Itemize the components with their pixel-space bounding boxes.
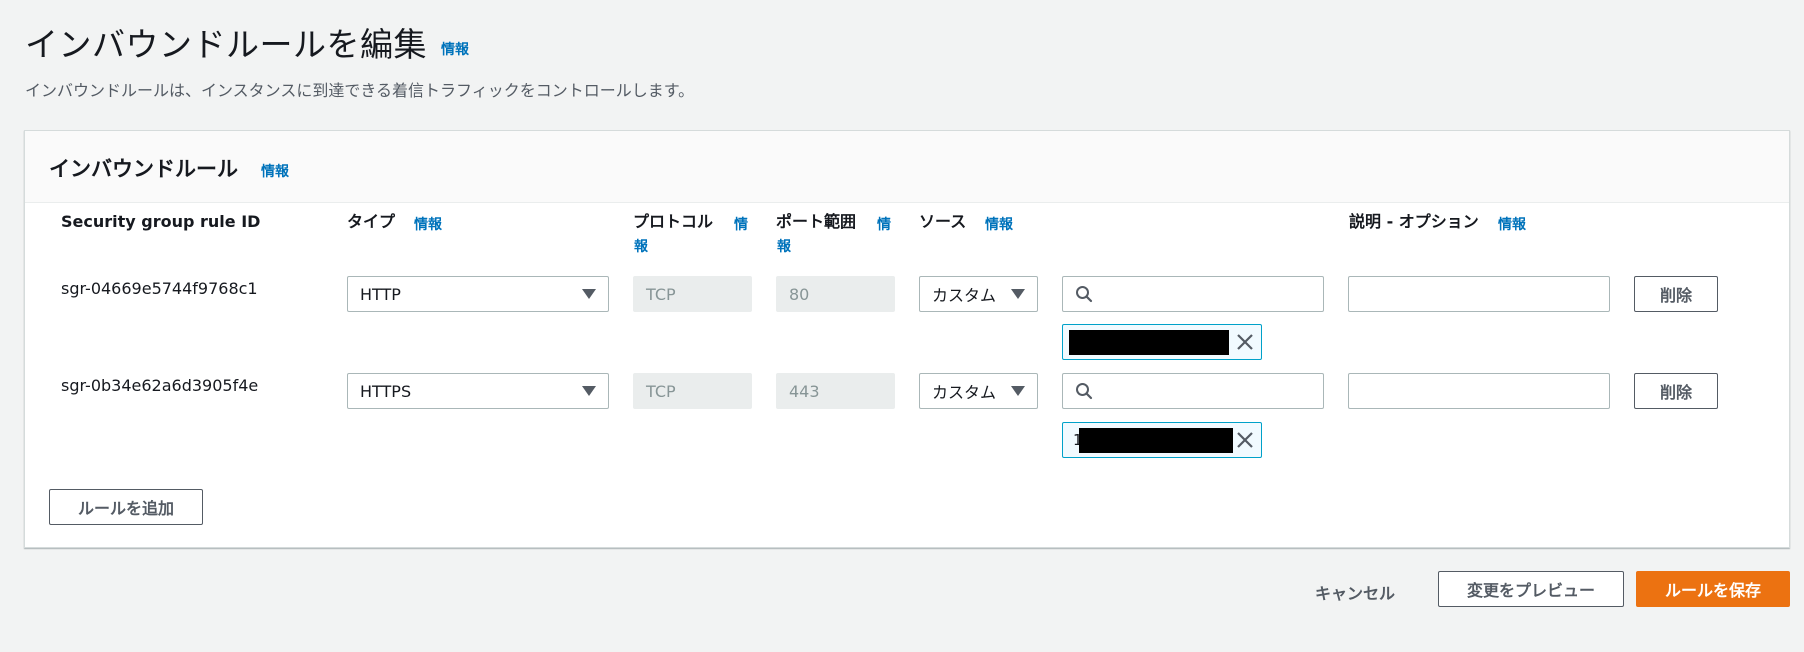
source-mode-select[interactable]: カスタム bbox=[919, 276, 1038, 312]
type-select[interactable]: HTTP bbox=[347, 276, 609, 312]
delete-rule-button[interactable]: 削除 bbox=[1634, 276, 1718, 312]
panel-header: インバウンドルール 情報 bbox=[25, 131, 1789, 203]
description-input[interactable] bbox=[1348, 373, 1610, 409]
close-icon[interactable] bbox=[1235, 332, 1255, 352]
search-icon bbox=[1075, 382, 1093, 400]
preview-changes-button[interactable]: 変更をプレビュー bbox=[1438, 571, 1624, 607]
type-info-link[interactable]: 情報 bbox=[414, 214, 442, 234]
port-range-info-link-part2[interactable]: 報 bbox=[777, 236, 791, 256]
source-mode-value: カスタム bbox=[932, 383, 997, 402]
source-mode-value: カスタム bbox=[932, 286, 997, 305]
rule-id: sgr-0b34e62a6d3905f4e bbox=[61, 376, 259, 395]
description-info-link[interactable]: 情報 bbox=[1498, 214, 1526, 234]
column-header-protocol: プロトコル bbox=[633, 212, 714, 231]
protocol-field: TCP bbox=[633, 276, 752, 312]
chevron-down-icon bbox=[582, 289, 596, 299]
source-info-link[interactable]: 情報 bbox=[985, 214, 1013, 234]
chevron-down-icon bbox=[1011, 289, 1025, 299]
type-select-value: HTTPS bbox=[360, 381, 412, 401]
page-title: インバウンドルールを編集 bbox=[25, 25, 427, 64]
panel-info-link[interactable]: 情報 bbox=[261, 161, 289, 181]
column-header-type: タイプ bbox=[347, 212, 396, 231]
source-mode-select[interactable]: カスタム bbox=[919, 373, 1038, 409]
protocol-info-link-part1[interactable]: 情 bbox=[734, 214, 748, 234]
close-icon[interactable] bbox=[1235, 430, 1255, 450]
rule-id: sgr-04669e5744f9768c1 bbox=[61, 279, 258, 298]
inbound-rules-panel: インバウンドルール 情報 Security group rule ID タイプ … bbox=[24, 130, 1790, 548]
redacted-value bbox=[1069, 330, 1229, 355]
description-input[interactable] bbox=[1348, 276, 1610, 312]
page-title-info-link[interactable]: 情報 bbox=[441, 39, 469, 59]
column-header-source: ソース bbox=[919, 212, 967, 231]
column-header-port-range: ポート範囲 bbox=[776, 212, 857, 231]
page-description: インバウンドルールは、インスタンスに到達できる着信トラフィックをコントロールしま… bbox=[25, 81, 695, 100]
type-select[interactable]: HTTPS bbox=[347, 373, 609, 409]
source-token: 1 bbox=[1062, 422, 1262, 458]
port-range-field: 80 bbox=[776, 276, 895, 312]
protocol-field: TCP bbox=[633, 373, 752, 409]
edit-inbound-rules-page: インバウンドルールを編集 情報 インバウンドルールは、インスタンスに到達できる着… bbox=[0, 0, 1804, 652]
column-header-rule-id: Security group rule ID bbox=[61, 212, 261, 231]
chevron-down-icon bbox=[582, 386, 596, 396]
type-select-value: HTTP bbox=[360, 284, 401, 304]
delete-rule-button[interactable]: 削除 bbox=[1634, 373, 1718, 409]
add-rule-button[interactable]: ルールを追加 bbox=[49, 489, 203, 525]
port-range-info-link-part1[interactable]: 情 bbox=[877, 214, 891, 234]
column-header-description: 説明 - オプション bbox=[1349, 212, 1479, 231]
source-search-input[interactable] bbox=[1062, 373, 1324, 409]
panel-title: インバウンドルール bbox=[49, 157, 238, 181]
cancel-button[interactable]: キャンセル bbox=[1315, 580, 1395, 604]
source-token bbox=[1062, 324, 1262, 360]
search-icon bbox=[1075, 285, 1093, 303]
redacted-value bbox=[1079, 428, 1233, 453]
port-range-field: 443 bbox=[776, 373, 895, 409]
save-rules-button[interactable]: ルールを保存 bbox=[1636, 571, 1790, 607]
chevron-down-icon bbox=[1011, 386, 1025, 396]
protocol-info-link-part2[interactable]: 報 bbox=[634, 236, 648, 256]
source-search-input[interactable] bbox=[1062, 276, 1324, 312]
